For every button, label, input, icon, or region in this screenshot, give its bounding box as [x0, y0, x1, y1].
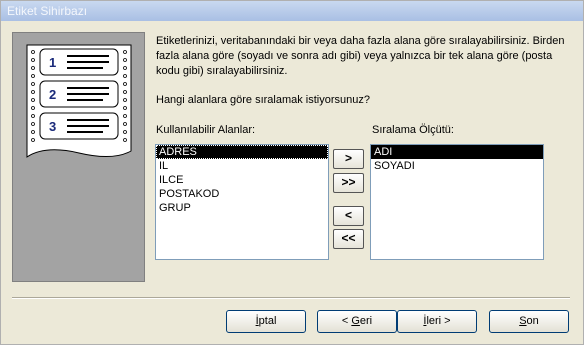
sort-fields-list[interactable]: ADI SOYADI [370, 144, 544, 260]
footer-separator [12, 297, 570, 299]
available-field-item[interactable]: GRUP [156, 201, 328, 215]
title-bar[interactable]: Etiket Sihirbazı [1, 1, 583, 21]
available-field-item[interactable]: IL [156, 159, 328, 173]
sort-field-item[interactable]: ADI [371, 145, 543, 159]
illustration-number-2: 2 [49, 87, 56, 102]
window-title: Etiket Sihirbazı [7, 4, 88, 18]
illustration-number-3: 3 [49, 119, 56, 134]
available-fields-label: Kullanılabilir Alanlar: [156, 124, 256, 136]
sort-illustration: 1 2 3 [12, 32, 145, 282]
back-label-rest: eri [359, 315, 373, 327]
finish-label-accel: S [519, 315, 527, 327]
question-text: Hangi alanlara göre sıralamak istiyorsun… [156, 94, 370, 106]
remove-all-fields-button[interactable]: << [333, 229, 364, 249]
back-button[interactable]: < Geri [317, 310, 397, 333]
finish-label-rest: on [526, 315, 539, 327]
label-wizard-dialog: Etiket Sihirbazı 1 2 3 Etiketlerinizi, v… [0, 0, 584, 345]
available-field-item[interactable]: POSTAKOD [156, 187, 328, 201]
available-fields-list[interactable]: ADRES IL ILCE POSTAKOD GRUP [155, 144, 329, 260]
remove-field-button[interactable]: < [333, 206, 364, 226]
available-field-item[interactable]: ADRES [156, 145, 328, 159]
next-button[interactable]: İleri > [397, 310, 477, 333]
cancel-label-rest: ptal [258, 315, 277, 327]
illustration-number-1: 1 [49, 55, 56, 70]
next-label-rest: leri > [426, 315, 451, 327]
back-label-prefix: < [341, 315, 352, 327]
add-field-button[interactable]: > [333, 149, 364, 169]
cancel-button[interactable]: İptal [226, 310, 306, 333]
sort-field-item[interactable]: SOYADI [371, 159, 543, 173]
back-label-accel: G [351, 315, 360, 327]
description-text: Etiketlerinizi, veritabanındaki bir veya… [156, 35, 565, 77]
add-all-fields-button[interactable]: >> [333, 173, 364, 193]
label-sheet-icon: 1 2 3 [26, 44, 132, 158]
finish-button[interactable]: Son [489, 310, 569, 333]
available-field-item[interactable]: ILCE [156, 173, 328, 187]
sort-fields-label: Sıralama Ölçütü: [372, 124, 454, 136]
